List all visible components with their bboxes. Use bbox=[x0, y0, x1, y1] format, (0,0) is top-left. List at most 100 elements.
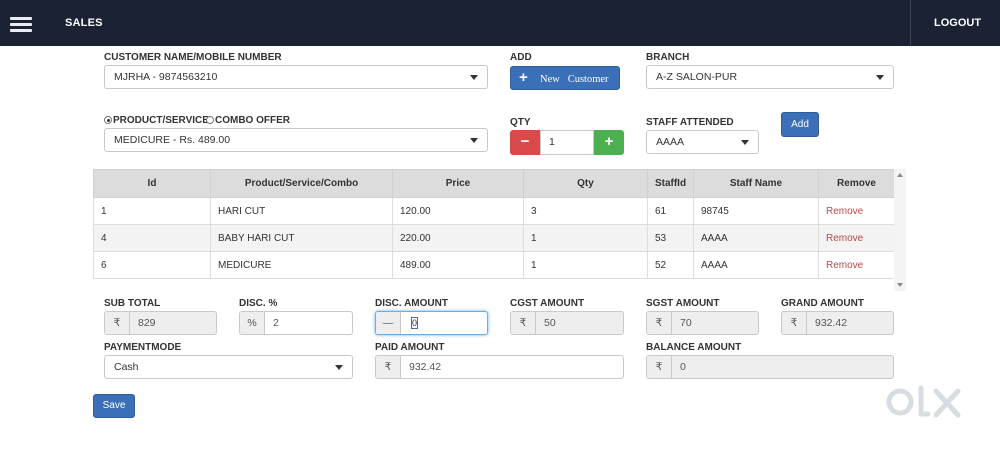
rupee-icon: ₹ bbox=[105, 312, 130, 334]
rupee-icon: ₹ bbox=[647, 356, 672, 378]
balance-label: BALANCE AMOUNT bbox=[646, 342, 742, 353]
logout-area: LOGOUT bbox=[910, 0, 1000, 46]
cell-remove: Remove bbox=[818, 224, 895, 252]
qty-input[interactable]: 1 bbox=[540, 130, 594, 155]
chevron-down-icon bbox=[470, 75, 478, 80]
remove-link[interactable]: Remove bbox=[826, 206, 863, 217]
disc-amount-value: 0 bbox=[411, 317, 418, 329]
rupee-icon: ₹ bbox=[782, 312, 807, 334]
disc-pct-field[interactable]: % 2 bbox=[239, 311, 353, 335]
cell-price: 120.00 bbox=[392, 197, 524, 225]
balance-field: ₹ 0 bbox=[646, 355, 894, 379]
cell-remove: Remove bbox=[818, 251, 895, 279]
table-row: 1 HARI CUT 120.00 3 61 98745 Remove bbox=[93, 197, 895, 225]
sgst-label: SGST AMOUNT bbox=[646, 298, 720, 309]
sub-total-field: ₹ 829 bbox=[104, 311, 217, 335]
payment-mode-label: PAYMENTMODE bbox=[104, 342, 182, 353]
staff-select-value: AAAA bbox=[656, 136, 685, 148]
remove-link[interactable]: Remove bbox=[826, 260, 863, 271]
sub-total-value: 829 bbox=[138, 317, 156, 329]
cell-id: 4 bbox=[93, 224, 211, 252]
branch-select[interactable]: A-Z SALON-PUR bbox=[646, 65, 894, 89]
cell-id: 1 bbox=[93, 197, 211, 225]
qty-decrement-button[interactable]: − bbox=[510, 130, 540, 155]
staff-label: STAFF ATTENDED bbox=[646, 117, 734, 128]
remove-link[interactable]: Remove bbox=[826, 233, 863, 244]
cell-remove: Remove bbox=[818, 197, 895, 225]
minus-icon: — bbox=[376, 312, 401, 334]
disc-amount-label: DISC. AMOUNT bbox=[375, 298, 448, 309]
grand-total-label: GRAND AMOUNT bbox=[781, 298, 864, 309]
payment-mode-value: Cash bbox=[114, 361, 139, 373]
minus-icon: − bbox=[520, 133, 530, 150]
col-header-remove: Remove bbox=[818, 169, 895, 198]
col-header-qty: Qty bbox=[523, 169, 648, 198]
cell-staffid: 61 bbox=[647, 197, 694, 225]
table-row: 4 BABY HARI CUT 220.00 1 53 AAAA Remove bbox=[93, 224, 895, 252]
cell-staff-name: 98745 bbox=[693, 197, 819, 225]
cell-price: 220.00 bbox=[392, 224, 524, 252]
rupee-icon: ₹ bbox=[376, 356, 401, 378]
balance-value: 0 bbox=[680, 361, 686, 373]
disc-pct-label: DISC. % bbox=[239, 298, 278, 309]
chevron-down-icon bbox=[741, 140, 749, 145]
sgst-value: 70 bbox=[680, 317, 692, 329]
new-customer-button[interactable]: + New Customer bbox=[510, 66, 620, 90]
cell-product: HARI CUT bbox=[210, 197, 393, 225]
col-header-price: Price bbox=[392, 169, 524, 198]
cell-staffid: 52 bbox=[647, 251, 694, 279]
product-select[interactable]: MEDICURE - Rs. 489.00 bbox=[104, 128, 488, 152]
logout-button[interactable]: LOGOUT bbox=[934, 17, 981, 29]
items-table-container: Id Product/Service/Combo Price Qty Staff… bbox=[93, 169, 906, 291]
product-select-value: MEDICURE - Rs. 489.00 bbox=[114, 134, 231, 146]
col-header-id: Id bbox=[93, 169, 211, 198]
percent-icon: % bbox=[240, 312, 265, 334]
customer-select-value: MJRHA - 9874563210 bbox=[114, 71, 218, 83]
cell-id: 6 bbox=[93, 251, 211, 279]
plus-icon: + bbox=[604, 133, 614, 150]
add-staff-button[interactable]: Add bbox=[781, 112, 819, 137]
scroll-down-arrow-icon[interactable] bbox=[897, 283, 903, 287]
branch-select-value: A-Z SALON-PUR bbox=[656, 71, 738, 83]
cgst-label: CGST AMOUNT bbox=[510, 298, 585, 309]
payment-mode-select[interactable]: Cash bbox=[104, 355, 353, 379]
staff-select[interactable]: AAAA bbox=[646, 130, 759, 154]
chevron-down-icon bbox=[335, 365, 343, 370]
radio-product-service-label: PRODUCT/SERVICE bbox=[113, 115, 209, 126]
radio-combo-offer[interactable] bbox=[206, 116, 214, 124]
cell-staffid: 53 bbox=[647, 224, 694, 252]
radio-combo-offer-label: COMBO OFFER bbox=[215, 115, 290, 126]
qty-label: QTY bbox=[510, 117, 531, 128]
chevron-down-icon bbox=[876, 75, 884, 80]
cell-qty: 1 bbox=[523, 251, 648, 279]
table-header-row: Id Product/Service/Combo Price Qty Staff… bbox=[93, 169, 895, 198]
paid-amount-field[interactable]: ₹ 932.42 bbox=[375, 355, 624, 379]
customer-select[interactable]: MJRHA - 9874563210 bbox=[104, 65, 488, 89]
page-title: SALES bbox=[65, 17, 103, 29]
cgst-field: ₹ 50 bbox=[510, 311, 624, 335]
grand-total-value: 932.42 bbox=[815, 317, 848, 329]
top-navbar: SALES LOGOUT bbox=[0, 0, 1000, 46]
branch-label: BRANCH bbox=[646, 52, 690, 63]
items-table: Id Product/Service/Combo Price Qty Staff… bbox=[93, 169, 895, 279]
radio-product-service[interactable] bbox=[104, 116, 112, 124]
qty-increment-button[interactable]: + bbox=[594, 130, 624, 155]
col-header-staffid: StaffId bbox=[647, 169, 694, 198]
cell-qty: 3 bbox=[523, 197, 648, 225]
col-header-product: Product/Service/Combo bbox=[210, 169, 393, 198]
hamburger-menu-icon[interactable] bbox=[10, 17, 32, 32]
save-button[interactable]: Save bbox=[93, 394, 135, 418]
table-row: 6 MEDICURE 489.00 1 52 AAAA Remove bbox=[93, 251, 895, 279]
disc-amount-field[interactable]: — 0 bbox=[375, 311, 488, 335]
customer-label: CUSTOMER NAME/MOBILE NUMBER bbox=[104, 52, 282, 63]
scroll-up-arrow-icon[interactable] bbox=[897, 173, 903, 177]
grand-total-field: ₹ 932.42 bbox=[781, 311, 894, 335]
chevron-down-icon bbox=[470, 138, 478, 143]
cgst-value: 50 bbox=[544, 317, 556, 329]
add-label: ADD bbox=[510, 52, 532, 63]
table-scrollbar[interactable] bbox=[894, 169, 906, 291]
cell-price: 489.00 bbox=[392, 251, 524, 279]
cell-product: MEDICURE bbox=[210, 251, 393, 279]
col-header-staff-name: Staff Name bbox=[693, 169, 819, 198]
sgst-field: ₹ 70 bbox=[646, 311, 759, 335]
